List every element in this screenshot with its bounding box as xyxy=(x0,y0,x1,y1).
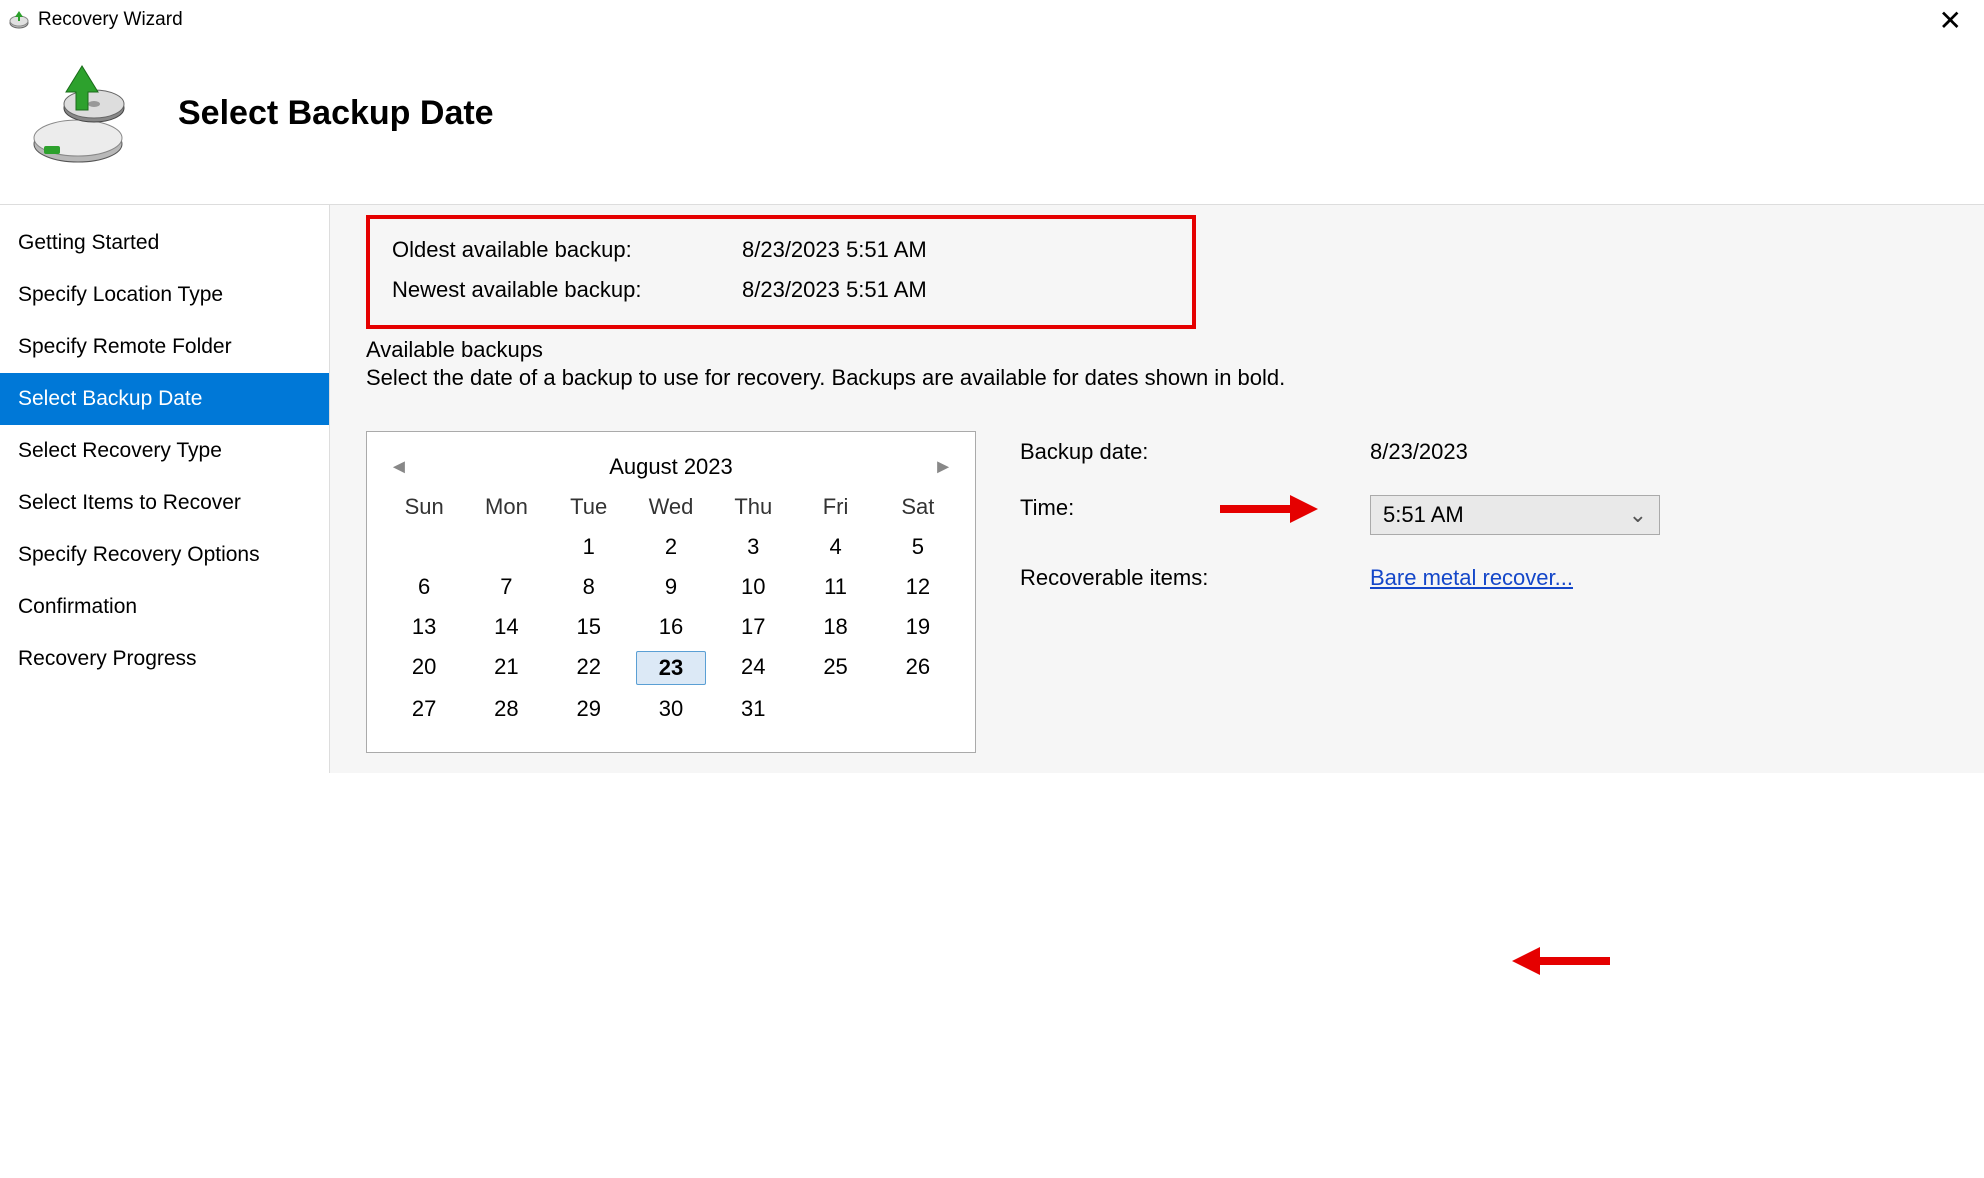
calendar-dow: Wed xyxy=(630,494,712,522)
sidebar-item-specify-remote-folder[interactable]: Specify Remote Folder xyxy=(0,321,329,373)
calendar-day-28[interactable]: 28 xyxy=(465,694,547,724)
backup-recovery-icon xyxy=(28,58,138,168)
page-title: Select Backup Date xyxy=(178,94,494,133)
calendar-day-30[interactable]: 30 xyxy=(630,694,712,724)
group-description: Select the date of a backup to use for r… xyxy=(366,365,1948,391)
calendar-day-7[interactable]: 7 xyxy=(465,572,547,602)
calendar-dow: Mon xyxy=(465,494,547,522)
chevron-down-icon: ⌄ xyxy=(1629,502,1647,528)
sidebar-item-specify-location-type[interactable]: Specify Location Type xyxy=(0,269,329,321)
calendar-month-label: August 2023 xyxy=(609,454,733,480)
oldest-backup-value: 8/23/2023 5:51 AM xyxy=(742,237,1170,263)
recoverable-items-link[interactable]: Bare metal recover... xyxy=(1370,565,1680,591)
main-panel: Oldest available backup: 8/23/2023 5:51 … xyxy=(330,205,1984,773)
calendar-day-25[interactable]: 25 xyxy=(794,652,876,684)
sidebar-item-select-backup-date[interactable]: Select Backup Date xyxy=(0,373,329,425)
calendar-day-5[interactable]: 5 xyxy=(877,532,959,562)
sidebar-item-select-recovery-type[interactable]: Select Recovery Type xyxy=(0,425,329,477)
sidebar-item-recovery-progress[interactable]: Recovery Progress xyxy=(0,633,329,685)
calendar-day-22[interactable]: 22 xyxy=(548,652,630,684)
wizard-steps-sidebar: Getting StartedSpecify Location TypeSpec… xyxy=(0,205,330,773)
time-dropdown[interactable]: 5:51 AM ⌄ xyxy=(1370,495,1660,535)
calendar-day-12[interactable]: 12 xyxy=(877,572,959,602)
calendar-day-8[interactable]: 8 xyxy=(548,572,630,602)
calendar-day-15[interactable]: 15 xyxy=(548,612,630,642)
oldest-backup-label: Oldest available backup: xyxy=(392,237,742,263)
backup-date-value: 8/23/2023 xyxy=(1370,439,1680,465)
recoverable-items-label: Recoverable items: xyxy=(1020,565,1370,591)
titlebar: Recovery Wizard ✕ xyxy=(0,0,1984,40)
calendar-day-3[interactable]: 3 xyxy=(712,532,794,562)
sidebar-item-specify-recovery-options[interactable]: Specify Recovery Options xyxy=(0,529,329,581)
calendar-day-4[interactable]: 4 xyxy=(794,532,876,562)
close-button[interactable]: ✕ xyxy=(1931,2,1970,39)
newest-backup-value: 8/23/2023 5:51 AM xyxy=(742,277,1170,303)
calendar-day-31[interactable]: 31 xyxy=(712,694,794,724)
backup-date-label: Backup date: xyxy=(1020,439,1370,465)
backup-details: Backup date: 8/23/2023 Time: 5:51 AM ⌄ R… xyxy=(1020,439,1680,591)
calendar-day-14[interactable]: 14 xyxy=(465,612,547,642)
sidebar-item-select-items-to-recover[interactable]: Select Items to Recover xyxy=(0,477,329,529)
calendar-day-2[interactable]: 2 xyxy=(630,532,712,562)
calendar-day-6[interactable]: 6 xyxy=(383,572,465,602)
calendar-day-20[interactable]: 20 xyxy=(383,652,465,684)
calendar-dow: Sun xyxy=(383,494,465,522)
recovery-wizard-icon xyxy=(8,9,30,31)
group-title: Available backups xyxy=(366,337,1948,363)
calendar-day-17[interactable]: 17 xyxy=(712,612,794,642)
calendar-day-29[interactable]: 29 xyxy=(548,694,630,724)
calendar-prev-button[interactable]: ◄ xyxy=(389,456,409,479)
calendar-day-26[interactable]: 26 xyxy=(877,652,959,684)
annotation-arrow-time xyxy=(1220,497,1320,521)
calendar-day-18[interactable]: 18 xyxy=(794,612,876,642)
calendar-dow: Sat xyxy=(877,494,959,522)
calendar-day-16[interactable]: 16 xyxy=(630,612,712,642)
calendar-dow: Fri xyxy=(794,494,876,522)
calendar-day-10[interactable]: 10 xyxy=(712,572,794,602)
calendar-day-24[interactable]: 24 xyxy=(712,652,794,684)
calendar-day-23[interactable]: 23 xyxy=(636,651,706,685)
calendar-dow: Thu xyxy=(712,494,794,522)
window-title: Recovery Wizard xyxy=(38,9,183,31)
calendar-day-1[interactable]: 1 xyxy=(548,532,630,562)
time-value: 5:51 AM xyxy=(1383,502,1464,528)
calendar-dow: Tue xyxy=(548,494,630,522)
backup-range-box: Oldest available backup: 8/23/2023 5:51 … xyxy=(366,215,1196,329)
calendar-day-9[interactable]: 9 xyxy=(630,572,712,602)
newest-backup-label: Newest available backup: xyxy=(392,277,742,303)
annotation-arrow-calendar xyxy=(1510,949,1610,973)
available-backups-group: Available backups Select the date of a b… xyxy=(366,337,1948,753)
sidebar-item-getting-started[interactable]: Getting Started xyxy=(0,217,329,269)
calendar-day-21[interactable]: 21 xyxy=(465,652,547,684)
calendar-day-13[interactable]: 13 xyxy=(383,612,465,642)
calendar-day-11[interactable]: 11 xyxy=(794,572,876,602)
title-left: Recovery Wizard xyxy=(8,9,183,31)
calendar[interactable]: ◄ August 2023 ► SunMonTueWedThuFriSat..1… xyxy=(366,431,976,753)
calendar-next-button[interactable]: ► xyxy=(933,456,953,479)
calendar-day-19[interactable]: 19 xyxy=(877,612,959,642)
calendar-day-27[interactable]: 27 xyxy=(383,694,465,724)
wizard-header: Select Backup Date xyxy=(0,40,1984,204)
sidebar-item-confirmation[interactable]: Confirmation xyxy=(0,581,329,633)
